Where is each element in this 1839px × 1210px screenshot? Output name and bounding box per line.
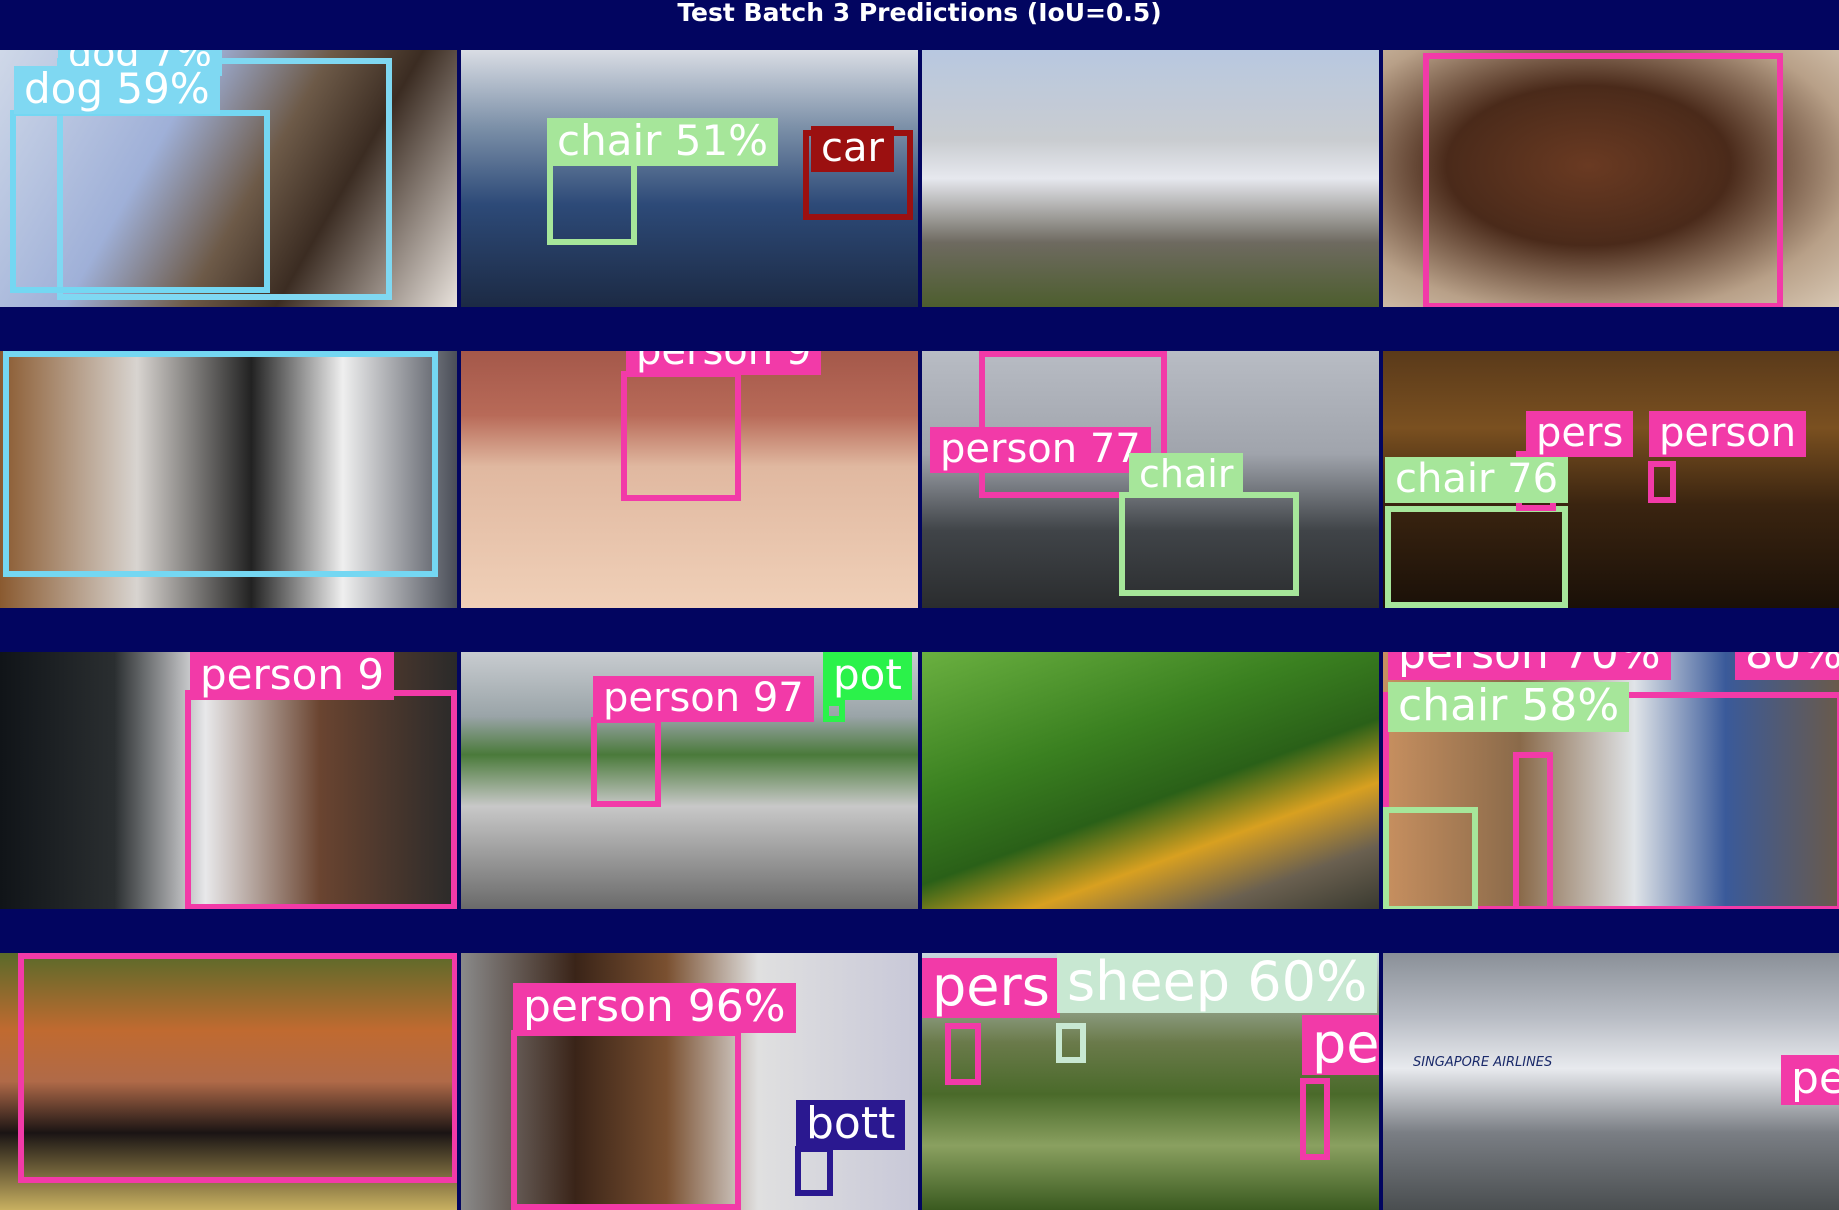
prediction-tile: person 97 pot: [461, 652, 918, 909]
prediction-tile: [922, 50, 1379, 307]
detection-label: pot: [823, 652, 912, 700]
prediction-tile: person 70% 80% chair 58%: [1383, 652, 1839, 909]
detection-label: pe: [1781, 1055, 1839, 1105]
detection-label: chair 58%: [1388, 682, 1630, 732]
detection-box: [1423, 53, 1783, 307]
prediction-tile: person 9: [0, 652, 457, 909]
detection-label: person 9: [626, 351, 822, 375]
detection-label: chair: [1129, 453, 1244, 497]
prediction-tile: car chair 51%: [461, 50, 918, 307]
prediction-tile: SINGAPORE AIRLINES pe: [1383, 953, 1839, 1210]
detection-label: person 70%: [1388, 652, 1671, 680]
prediction-tile: [0, 351, 457, 608]
detection-box: [547, 157, 637, 245]
prediction-tile: person 77 chair: [922, 351, 1379, 608]
detection-label: sheep 60%: [1057, 953, 1378, 1013]
prediction-tile: person 96% bott: [461, 953, 918, 1210]
detection-box: [511, 1030, 741, 1210]
detection-box: [945, 1023, 981, 1085]
detection-label: pers: [1526, 411, 1634, 457]
detection-label: chair 51%: [547, 118, 779, 166]
detection-box: [10, 110, 270, 293]
detection-label: person 96%: [513, 983, 796, 1033]
detection-label: car: [811, 126, 894, 172]
prediction-tile: [922, 652, 1379, 909]
detection-label: bott: [796, 1100, 906, 1150]
detection-box: [1056, 1023, 1086, 1063]
scene-image: [1383, 953, 1839, 1210]
detection-box: [621, 371, 741, 501]
detection-label: 80%: [1735, 652, 1839, 680]
detection-label: pe: [1302, 1015, 1379, 1075]
detection-box: [1119, 492, 1299, 596]
detection-label: dog 59%: [14, 66, 220, 114]
prediction-tile: person 9: [461, 351, 918, 608]
detection-box: [1648, 461, 1676, 503]
detection-box: [795, 1146, 833, 1196]
detection-label: person: [1649, 411, 1807, 457]
detection-box: [3, 351, 438, 577]
detection-label: chair 76: [1385, 457, 1569, 503]
aircraft-livery-text: SINGAPORE AIRLINES: [1413, 1055, 1553, 1070]
detection-box: [18, 953, 457, 1183]
detection-label: person 97: [593, 676, 814, 722]
detection-box: [1300, 1078, 1330, 1160]
detection-box: [1513, 752, 1553, 909]
prediction-tile: [0, 953, 457, 1210]
detection-label: person 77: [930, 427, 1151, 473]
detection-box: [1385, 506, 1568, 608]
prediction-tile: dog 7% dog 59%: [0, 50, 457, 307]
detection-box: [591, 717, 661, 807]
prediction-tile: chair 76 pers person: [1383, 351, 1839, 608]
prediction-grid: dog 7% dog 59% car chair 51% person 9 pe…: [0, 0, 1839, 1210]
scene-image: [922, 652, 1379, 909]
scene-image: [922, 50, 1379, 307]
detection-box: [185, 690, 457, 909]
detection-box: [823, 700, 845, 722]
detection-label: pers: [922, 958, 1060, 1018]
prediction-tile: [1383, 50, 1839, 307]
detection-label: person 9: [190, 652, 395, 700]
prediction-tile: pers sheep 60% pe: [922, 953, 1379, 1210]
detection-box: [1383, 807, 1478, 909]
